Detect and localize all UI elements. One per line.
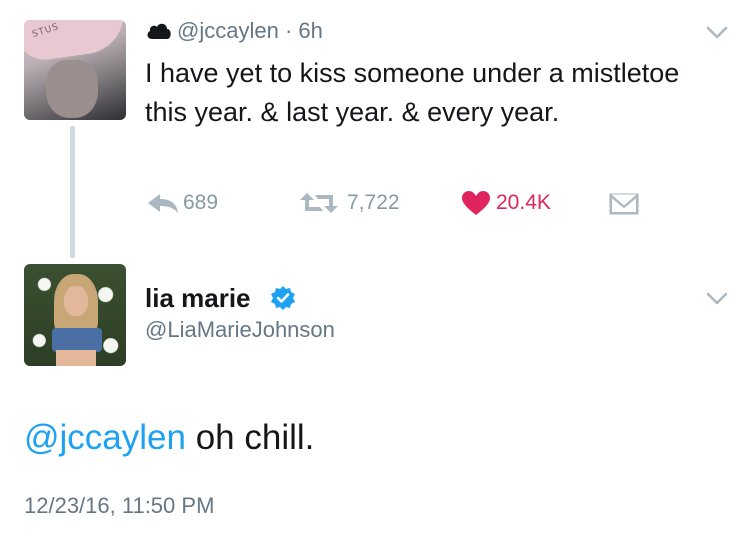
- tweet2-author-handle[interactable]: @LiaMarieJohnson: [145, 317, 335, 343]
- tweet2-text: @jccaylen oh chill.: [24, 418, 314, 458]
- like-count[interactable]: 20.4K: [496, 191, 551, 215]
- cloud-icon: [147, 23, 171, 39]
- reply-icon[interactable]: [146, 192, 180, 214]
- heart-icon[interactable]: [461, 190, 491, 216]
- verified-badge-icon: [271, 286, 295, 310]
- avatar-jccaylen[interactable]: STUS: [24, 20, 126, 120]
- tweet1-time[interactable]: 6h: [298, 18, 322, 43]
- avatar-liamariejohnson[interactable]: [24, 264, 126, 366]
- avatar-hat: [24, 20, 126, 64]
- tweet1-author-handle[interactable]: @jccaylen · 6h: [177, 18, 323, 44]
- tweet1-text: I have yet to kiss someone under a mistl…: [145, 58, 680, 127]
- tweet2-text-body: oh chill.: [185, 418, 315, 457]
- chevron-down-icon[interactable]: [706, 292, 728, 306]
- chevron-down-icon[interactable]: [706, 26, 728, 40]
- tweet2-author-name[interactable]: lia marie: [145, 283, 251, 314]
- retweet-count[interactable]: 7,722: [347, 191, 400, 215]
- avatar-face: [46, 60, 98, 118]
- avatar-face: [64, 286, 88, 316]
- tweet2-timestamp[interactable]: 12/23/16, 11:50 PM: [24, 493, 214, 519]
- direct-message-icon[interactable]: [609, 193, 639, 215]
- tweet1-separator: ·: [284, 18, 293, 43]
- thread-connector-line: [70, 126, 75, 258]
- mention-link[interactable]: @jccaylen: [24, 418, 186, 457]
- tweet1-handle-text[interactable]: @jccaylen: [177, 18, 279, 43]
- avatar-skin: [56, 350, 96, 366]
- retweet-icon[interactable]: [298, 192, 340, 214]
- reply-count[interactable]: 689: [183, 191, 218, 215]
- avatar-top: [52, 328, 102, 352]
